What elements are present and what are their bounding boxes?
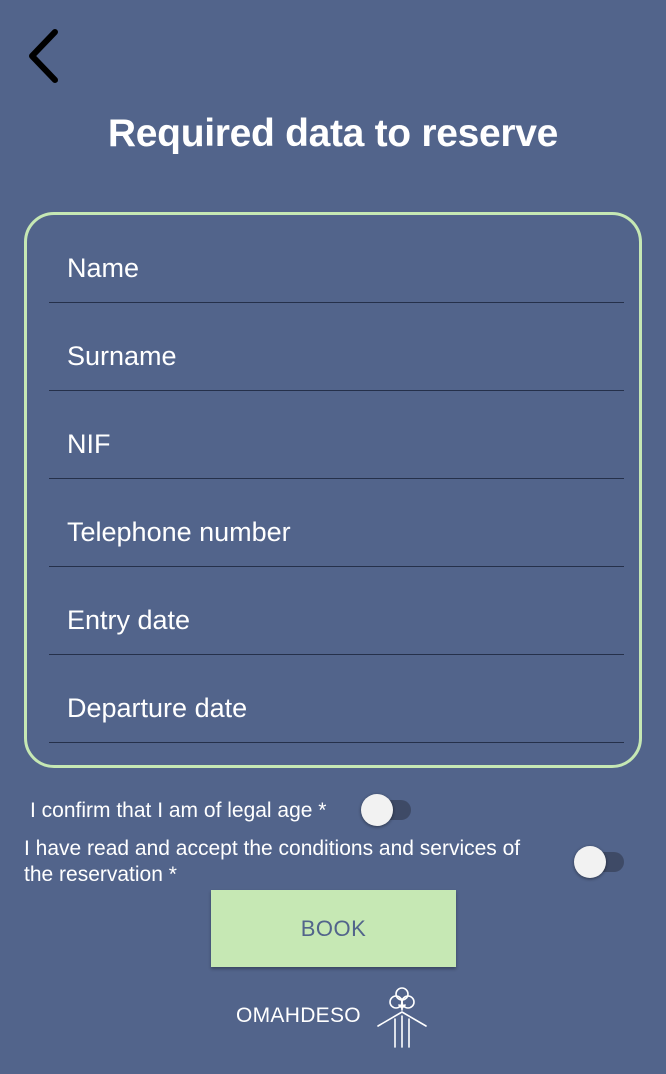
toggle-thumb (361, 794, 393, 826)
brand-name: OMAHDESO (236, 1004, 361, 1027)
page-title: Required data to reserve (107, 112, 559, 155)
reservation-form (24, 212, 642, 768)
telephone-field[interactable] (49, 507, 624, 567)
conditions-label-line2: the reservation * (24, 863, 177, 886)
nif-field-wrapper (49, 391, 624, 479)
chevron-left-icon (29, 29, 58, 83)
telephone-field-wrapper (49, 479, 624, 567)
tree-house-icon (377, 987, 427, 1048)
legal-age-label: I confirm that I am of legal age * (30, 799, 327, 822)
entry-date-field-wrapper (49, 567, 624, 655)
departure-date-field-wrapper (49, 655, 624, 743)
name-field[interactable] (49, 243, 624, 303)
conditions-toggle[interactable] (574, 845, 626, 879)
surname-field[interactable] (49, 331, 624, 391)
entry-date-field[interactable] (49, 595, 624, 655)
conditions-label: I have read and accept the conditions an… (24, 836, 520, 888)
nif-field[interactable] (49, 419, 624, 479)
conditions-label-line1: I have read and accept the conditions an… (24, 837, 521, 860)
legal-age-toggle[interactable] (361, 793, 413, 827)
book-button[interactable]: BOOK (211, 890, 456, 967)
toggle-thumb (574, 846, 606, 878)
departure-date-field[interactable] (49, 683, 624, 743)
surname-field-wrapper (49, 303, 624, 391)
back-button[interactable] (22, 26, 70, 86)
name-field-wrapper (49, 215, 624, 303)
